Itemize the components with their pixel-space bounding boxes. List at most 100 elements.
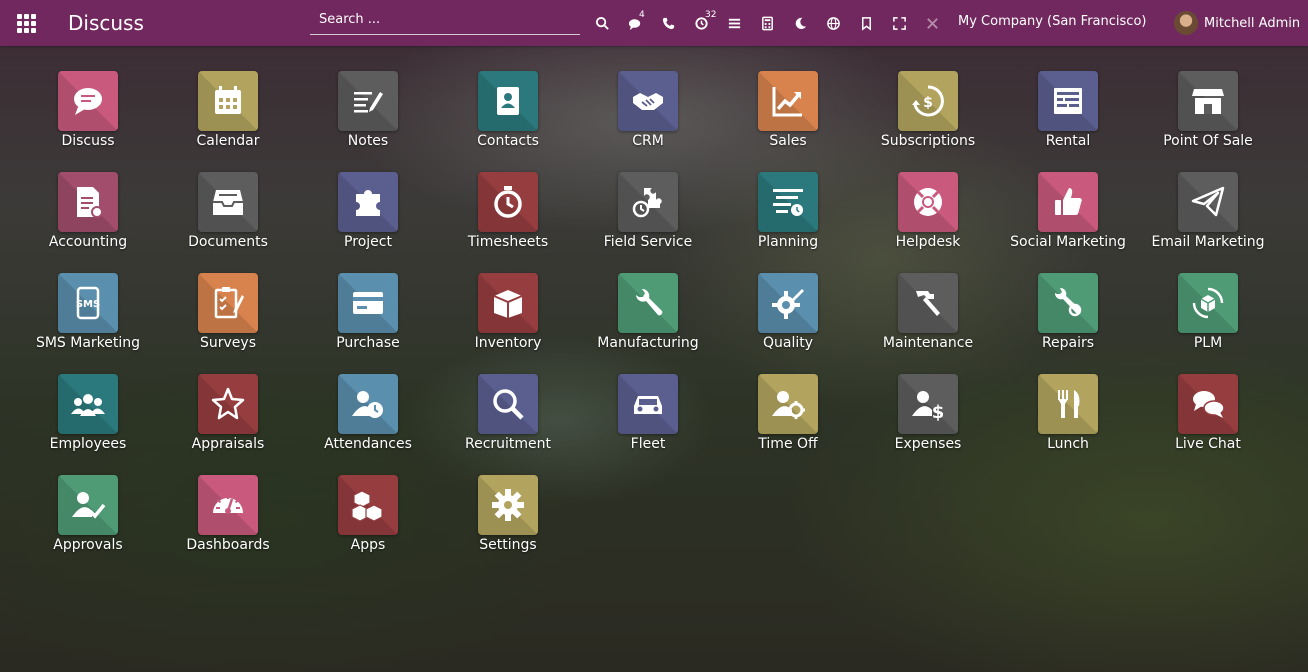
dark-mode-button[interactable] (784, 0, 817, 46)
app-tile[interactable] (198, 273, 258, 333)
app-tile[interactable] (198, 475, 258, 535)
app-tile[interactable] (338, 71, 398, 131)
fullscreen-button[interactable] (883, 0, 916, 46)
app-menu-button[interactable] (0, 0, 52, 46)
app-tile[interactable] (758, 374, 818, 434)
app-tile[interactable] (758, 172, 818, 232)
app-tile[interactable] (198, 172, 258, 232)
app-expenses[interactable]: $ Expenses (858, 374, 998, 474)
app-tile[interactable] (478, 273, 538, 333)
app-tile[interactable] (338, 374, 398, 434)
app-tile[interactable] (58, 71, 118, 131)
dashboard-button[interactable] (718, 0, 751, 46)
app-calendar[interactable]: Calendar (158, 71, 298, 171)
app-tile[interactable] (758, 71, 818, 131)
user-menu[interactable]: Mitchell Admin (1174, 11, 1300, 35)
company-switcher[interactable]: My Company (San Francisco) (958, 14, 1146, 29)
app-tile[interactable] (478, 71, 538, 131)
search-button[interactable] (586, 0, 619, 46)
app-lunch[interactable]: Lunch (998, 374, 1138, 474)
dollar-cycle-icon: $ (912, 85, 944, 117)
app-tile[interactable] (618, 273, 678, 333)
activities-button[interactable]: 32 (685, 0, 718, 46)
app-notes[interactable]: Notes (298, 71, 438, 171)
app-repairs[interactable]: Repairs (998, 273, 1138, 373)
app-tile[interactable] (618, 374, 678, 434)
app-rental[interactable]: Rental (998, 71, 1138, 171)
app-approvals[interactable]: Approvals (18, 475, 158, 575)
app-documents[interactable]: Documents (158, 172, 298, 272)
app-tile[interactable] (338, 172, 398, 232)
app-surveys[interactable]: Surveys (158, 273, 298, 373)
app-discuss[interactable]: Discuss (18, 71, 158, 171)
app-subscriptions[interactable]: $ Subscriptions (858, 71, 998, 171)
app-tile[interactable] (1178, 172, 1238, 232)
app-tile[interactable] (618, 71, 678, 131)
app-tile[interactable] (338, 475, 398, 535)
app-tile[interactable] (1178, 374, 1238, 434)
messages-button[interactable]: 4 (619, 0, 652, 46)
app-tile[interactable] (1038, 374, 1098, 434)
app-tile[interactable] (338, 273, 398, 333)
app-tile[interactable] (478, 172, 538, 232)
bookmark-button[interactable] (850, 0, 883, 46)
app-tile[interactable] (198, 374, 258, 434)
calculator-button[interactable] (751, 0, 784, 46)
app-maintenance[interactable]: Maintenance (858, 273, 998, 373)
app-helpdesk[interactable]: Helpdesk (858, 172, 998, 272)
app-social-marketing[interactable]: Social Marketing (998, 172, 1138, 272)
app-fleet[interactable]: Fleet (578, 374, 718, 474)
app-timesheets[interactable]: Timesheets (438, 172, 578, 272)
app-tile[interactable] (1178, 71, 1238, 131)
app-plm[interactable]: PLM (1138, 273, 1278, 373)
app-tile[interactable] (618, 172, 678, 232)
app-crm[interactable]: CRM (578, 71, 718, 171)
app-employees[interactable]: Employees (18, 374, 158, 474)
app-label: Field Service (603, 234, 693, 250)
app-sms-marketing[interactable]: SMS SMS Marketing (18, 273, 158, 373)
app-manufacturing[interactable]: Manufacturing (578, 273, 718, 373)
app-contacts[interactable]: Contacts (438, 71, 578, 171)
app-purchase[interactable]: Purchase (298, 273, 438, 373)
app-time-off[interactable]: Time Off (718, 374, 858, 474)
app-appraisals[interactable]: Appraisals (158, 374, 298, 474)
app-attendances[interactable]: Attendances (298, 374, 438, 474)
search-box[interactable] (310, 8, 580, 35)
app-quality[interactable]: Quality (718, 273, 858, 373)
phone-button[interactable] (652, 0, 685, 46)
app-tile[interactable]: SMS (58, 273, 118, 333)
app-tile[interactable] (478, 475, 538, 535)
app-tile[interactable]: $ (898, 71, 958, 131)
app-tile[interactable] (898, 273, 958, 333)
app-sales[interactable]: Sales (718, 71, 858, 171)
app-tile[interactable] (198, 71, 258, 131)
app-tile[interactable] (58, 374, 118, 434)
app-email-marketing[interactable]: Email Marketing (1138, 172, 1278, 272)
app-apps[interactable]: Apps (298, 475, 438, 575)
search-input[interactable] (310, 10, 578, 29)
app-tile[interactable] (58, 475, 118, 535)
app-live-chat[interactable]: Live Chat (1138, 374, 1278, 474)
app-tile[interactable] (1038, 273, 1098, 333)
app-tile[interactable] (898, 172, 958, 232)
app-tile[interactable] (1178, 273, 1238, 333)
app-field-service[interactable]: Field Service (578, 172, 718, 272)
app-project[interactable]: Project (298, 172, 438, 272)
app-point-of-sale[interactable]: Point Of Sale (1138, 71, 1278, 171)
wrench-icon (636, 288, 663, 316)
debug-button[interactable] (916, 0, 949, 46)
app-recruitment[interactable]: Recruitment (438, 374, 578, 474)
app-dashboards[interactable]: Dashboards (158, 475, 298, 575)
app-inventory[interactable]: Inventory (438, 273, 578, 373)
app-label: Helpdesk (895, 234, 961, 250)
language-button[interactable] (817, 0, 850, 46)
app-settings[interactable]: Settings (438, 475, 578, 575)
app-tile[interactable] (1038, 71, 1098, 131)
app-tile[interactable] (1038, 172, 1098, 232)
app-planning[interactable]: Planning (718, 172, 858, 272)
app-tile[interactable] (758, 273, 818, 333)
app-tile[interactable] (478, 374, 538, 434)
app-tile[interactable]: $ (898, 374, 958, 434)
app-accounting[interactable]: Accounting (18, 172, 158, 272)
app-tile[interactable] (58, 172, 118, 232)
